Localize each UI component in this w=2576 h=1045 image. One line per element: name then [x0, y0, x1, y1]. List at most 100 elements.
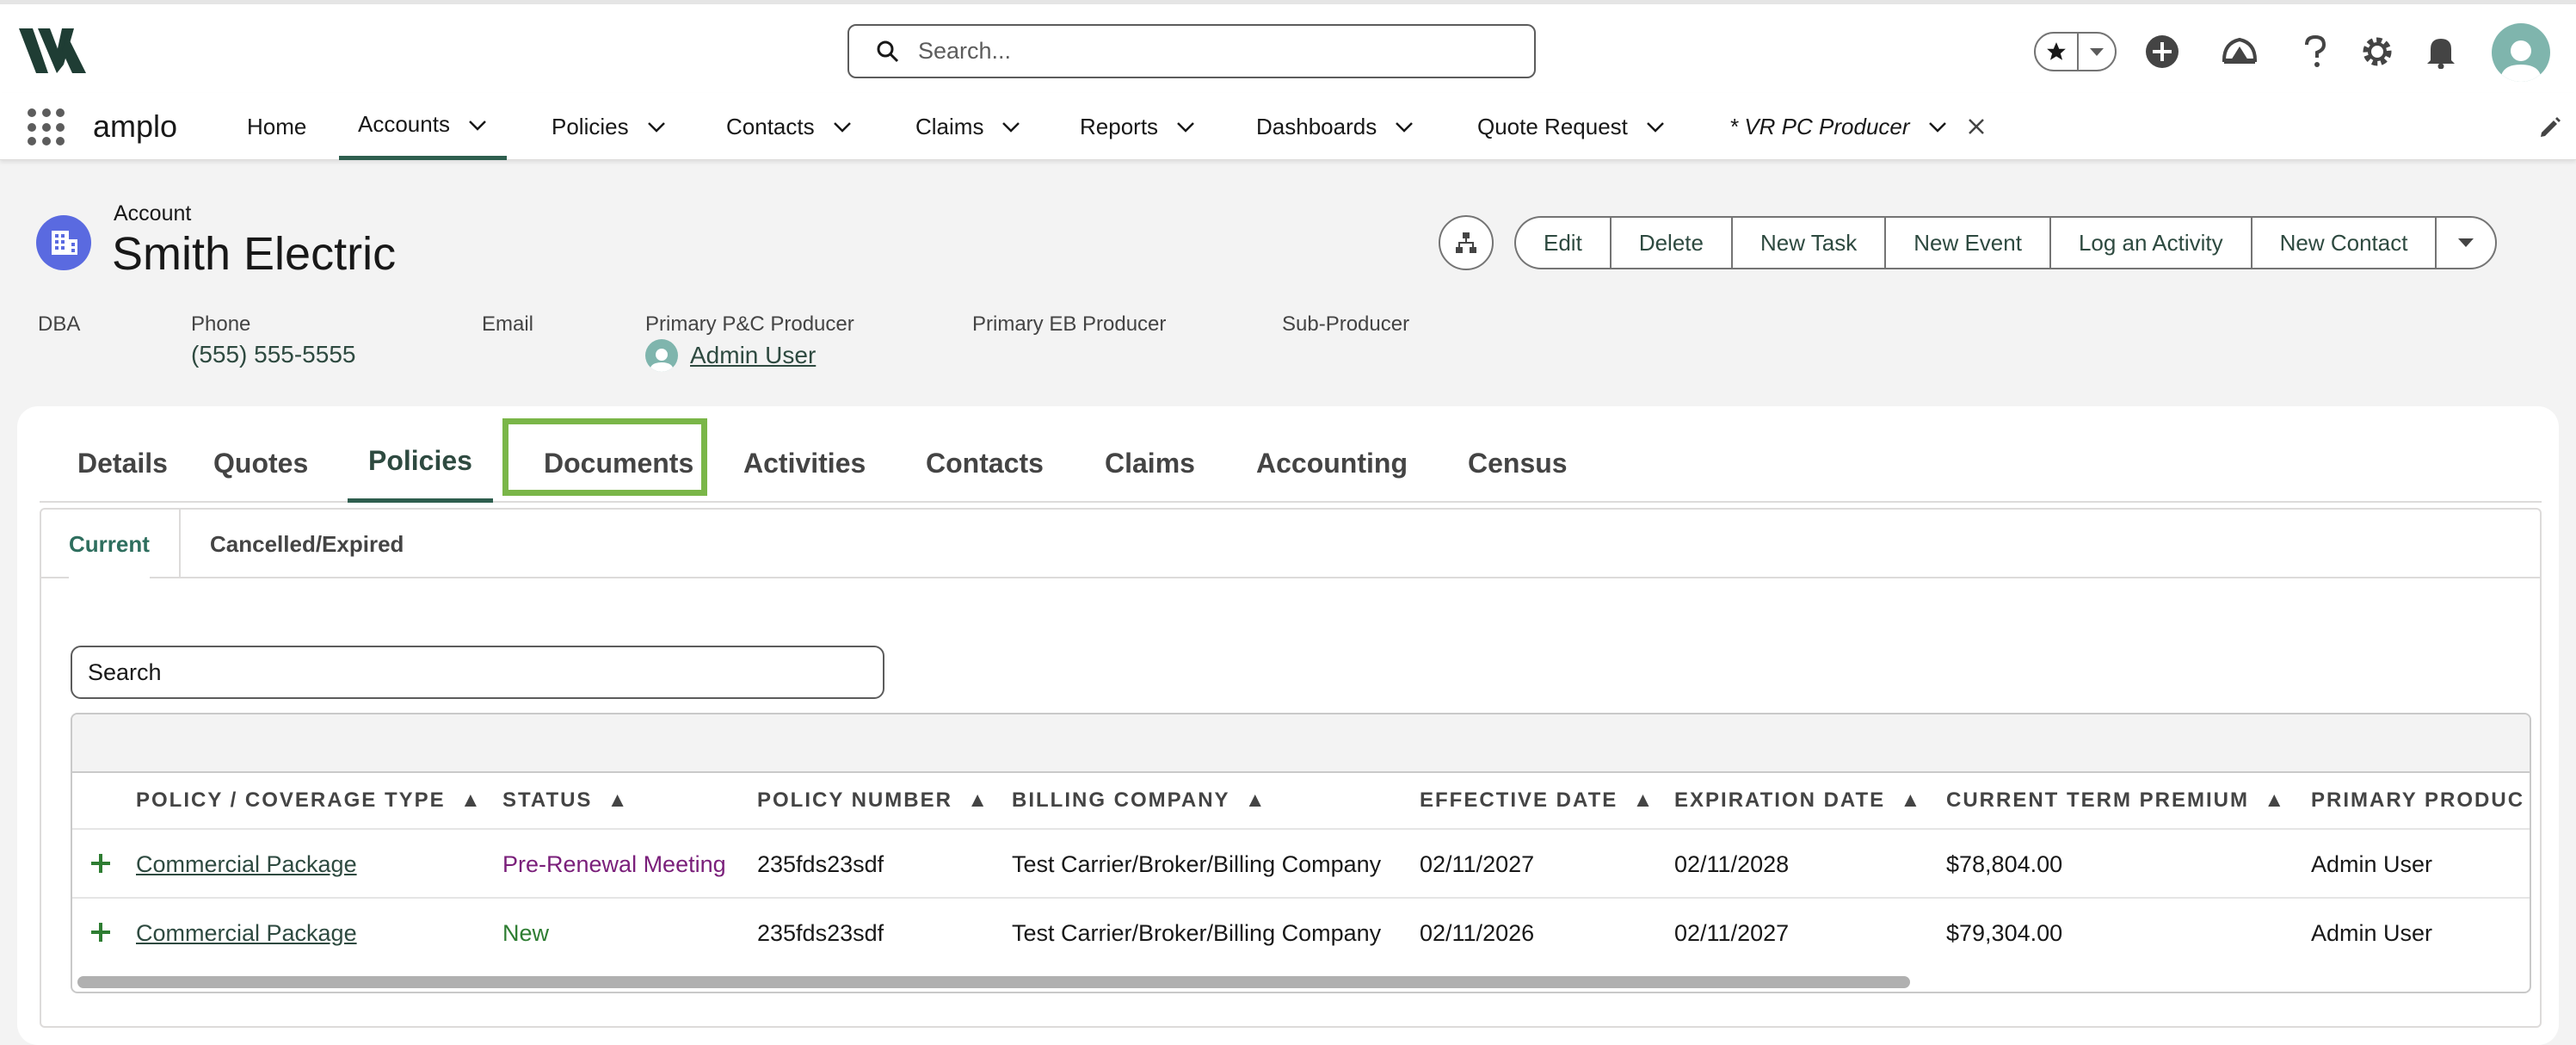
chevron-down-icon[interactable]	[1645, 116, 1666, 137]
nav-item-label: Contacts	[726, 113, 815, 139]
policies-table: POLICY / COVERAGE TYPE ▲ STATUS ▲ POLICY…	[71, 713, 2531, 993]
more-actions-button[interactable]	[2435, 216, 2498, 269]
column-header-policy-number[interactable]: POLICY NUMBER ▲	[757, 773, 989, 828]
column-header-status[interactable]: STATUS ▲	[502, 773, 630, 828]
table-toolbar	[72, 714, 2530, 773]
app-launcher-icon[interactable]	[28, 108, 65, 146]
chevron-down-icon[interactable]	[1927, 116, 1948, 137]
column-header-primary-producer[interactable]: PRIMARY PRODUC	[2311, 773, 2524, 828]
phone-value[interactable]: (555) 555-5555	[191, 341, 355, 368]
help-icon[interactable]	[2296, 32, 2335, 71]
policy-search-placeholder: Search	[88, 659, 162, 685]
expiration-date-cell: 02/11/2028	[1674, 850, 1790, 877]
policy-type-link[interactable]: Commercial Package	[136, 830, 357, 899]
nav-item-accounts[interactable]: Accounts	[339, 93, 507, 160]
nav-item-label: Policies	[552, 113, 629, 139]
column-header-effective-date[interactable]: EFFECTIVE DATE ▲	[1420, 773, 1655, 828]
edit-nav-pencil-icon[interactable]	[2538, 115, 2562, 139]
chevron-down-icon[interactable]	[832, 116, 853, 137]
search-placeholder: Search...	[918, 38, 1012, 64]
tab-documents[interactable]: Documents	[530, 424, 707, 503]
account-record-icon	[36, 215, 91, 270]
tab-accounting[interactable]: Accounting	[1256, 424, 1408, 503]
producer-name-link[interactable]: Admin User	[690, 342, 816, 369]
nav-item-label: Accounts	[358, 111, 450, 137]
expand-plus-icon[interactable]	[86, 849, 115, 878]
edit-button[interactable]: Edit	[1514, 216, 1610, 269]
tab-claims[interactable]: Claims	[1105, 424, 1195, 503]
add-icon[interactable]	[2142, 32, 2182, 71]
column-header-type[interactable]: POLICY / COVERAGE TYPE ▲	[136, 773, 483, 828]
amplo-logo-icon[interactable]	[19, 27, 86, 75]
table-row: Commercial Package New 235fds23sdf Test …	[72, 897, 2530, 966]
record-tabs: Details Quotes Policies Documents Activi…	[40, 424, 2542, 503]
hierarchy-icon	[1456, 232, 1476, 253]
sort-arrow-icon: ▲	[1244, 788, 1267, 812]
gear-icon[interactable]	[2357, 32, 2397, 71]
subtab-cancelled-expired[interactable]: Cancelled/Expired	[210, 510, 404, 578]
chevron-down-icon	[2458, 238, 2474, 247]
horizontal-scrollbar[interactable]	[77, 976, 1910, 988]
billing-company-cell: Test Carrier/Broker/Billing Company	[1012, 850, 1382, 877]
column-header-premium[interactable]: CURRENT TERM PREMIUM ▲	[1946, 773, 2286, 828]
chevron-down-icon[interactable]	[1394, 116, 1414, 137]
hierarchy-button[interactable]	[1439, 215, 1494, 270]
email-label: Email	[482, 312, 534, 336]
sort-arrow-icon: ▲	[1900, 788, 1923, 812]
chevron-down-icon[interactable]	[1175, 116, 1196, 137]
column-header-billing-company[interactable]: BILLING COMPANY ▲	[1012, 773, 1267, 828]
column-header-expiration-date[interactable]: EXPIRATION DATE ▲	[1674, 773, 1922, 828]
producer-cell: Admin User	[2311, 919, 2433, 946]
nav-item-claims[interactable]: Claims	[915, 93, 1021, 160]
status-cell: Pre-Renewal Meeting	[502, 850, 726, 877]
primary-eb-producer-label: Primary EB Producer	[972, 312, 1167, 336]
chevron-down-icon[interactable]	[467, 114, 488, 135]
nav-item-reports[interactable]: Reports	[1080, 93, 1196, 160]
new-task-button[interactable]: New Task	[1730, 216, 1885, 269]
tab-census[interactable]: Census	[1468, 424, 1568, 503]
subtab-divider	[179, 510, 181, 578]
nav-item-label: Home	[247, 113, 307, 139]
nav-item-home[interactable]: Home	[247, 93, 306, 160]
policy-search-input[interactable]: Search	[71, 646, 884, 699]
policy-number-cell: 235fds23sdf	[757, 919, 884, 946]
chevron-down-icon[interactable]	[646, 116, 667, 137]
policy-type-link[interactable]: Commercial Package	[136, 899, 357, 968]
tab-policies[interactable]: Policies	[348, 424, 493, 503]
table-row: Commercial Package Pre-Renewal Meeting 2…	[72, 828, 2530, 897]
global-search-input[interactable]: Search...	[847, 24, 1536, 78]
sort-arrow-icon: ▲	[967, 788, 990, 812]
record-actions: Edit Delete New Task New Event Log an Ac…	[1514, 216, 2498, 269]
table-header: POLICY / COVERAGE TYPE ▲ STATUS ▲ POLICY…	[72, 773, 2530, 828]
tab-quotes[interactable]: Quotes	[213, 424, 308, 503]
user-avatar[interactable]	[2492, 23, 2550, 82]
app-name: amplo	[93, 108, 178, 144]
expiration-date-cell: 02/11/2027	[1674, 919, 1790, 946]
favorites-button-group[interactable]	[2034, 32, 2117, 71]
nav-item-contacts[interactable]: Contacts	[726, 93, 853, 160]
primary-pc-producer-value[interactable]: Admin User	[645, 338, 816, 373]
trailhead-icon[interactable]	[2220, 32, 2259, 71]
nav-item-label: Dashboards	[1256, 113, 1377, 139]
subtab-current[interactable]: Current	[69, 510, 150, 578]
log-activity-button[interactable]: Log an Activity	[2049, 216, 2251, 269]
record-detail-card: Details Quotes Policies Documents Activi…	[17, 406, 2559, 1045]
favorites-dropdown-icon[interactable]	[2079, 46, 2115, 57]
search-icon	[877, 40, 899, 62]
new-event-button[interactable]: New Event	[1884, 216, 2049, 269]
policy-number-cell: 235fds23sdf	[757, 850, 884, 877]
chevron-down-icon[interactable]	[1001, 116, 1021, 137]
nav-item-quote-request[interactable]: Quote Request	[1477, 93, 1666, 160]
tab-contacts[interactable]: Contacts	[926, 424, 1044, 503]
star-icon[interactable]	[2036, 34, 2079, 70]
nav-item-vr-pc-producer[interactable]: * VR PC Producer	[1729, 93, 1986, 160]
tab-activities[interactable]: Activities	[743, 424, 866, 503]
tab-details[interactable]: Details	[77, 424, 168, 503]
notification-bell-icon[interactable]	[2421, 32, 2461, 71]
expand-plus-icon[interactable]	[86, 918, 115, 947]
nav-item-dashboards[interactable]: Dashboards	[1256, 93, 1414, 160]
new-contact-button[interactable]: New Contact	[2250, 216, 2436, 269]
delete-button[interactable]: Delete	[1609, 216, 1731, 269]
nav-item-policies[interactable]: Policies	[552, 93, 667, 160]
close-tab-icon[interactable]	[1967, 117, 1986, 136]
